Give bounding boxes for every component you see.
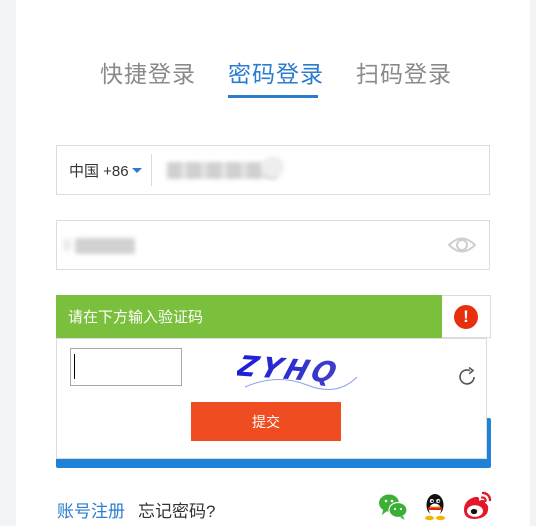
wechat-icon[interactable] [377, 490, 409, 522]
captcha-code-input[interactable] [70, 348, 182, 386]
register-link[interactable]: 账号注册 [57, 497, 125, 522]
tab-quick-login[interactable]: 快捷登录 [100, 55, 196, 89]
password-field [56, 220, 490, 270]
country-code-select[interactable]: 中国 +86 [57, 146, 152, 194]
captcha-status-box: ! [442, 295, 491, 338]
eye-icon[interactable] [447, 232, 477, 258]
active-tab-indicator [228, 95, 318, 98]
divider [151, 154, 152, 186]
captcha-prompt-text: 请在下方输入验证码 [68, 309, 204, 326]
qq-icon[interactable] [419, 490, 451, 522]
tab-qr-login[interactable]: 扫码登录 [356, 55, 452, 89]
forgot-password-link[interactable]: 忘记密码? [138, 497, 215, 522]
blurred-artifact [262, 156, 284, 178]
phone-field: 中国 +86 [56, 145, 490, 195]
login-tabs: 快捷登录 密码登录 扫码登录 [16, 55, 530, 100]
country-code-label: 中国 +86 [69, 162, 129, 180]
login-card: 快捷登录 密码登录 扫码登录 中国 +86 请在下方输入验证码 ! ZYHQ 提… [16, 0, 530, 526]
warning-icon: ! [454, 304, 478, 329]
text-cursor [74, 354, 75, 379]
captcha-submit-button[interactable]: 提交 [191, 402, 341, 441]
weibo-icon[interactable] [461, 490, 493, 522]
captcha-popup: ZYHQ 提交 [56, 338, 487, 459]
blurred-artifact [63, 239, 71, 251]
dropdown-arrow-icon [131, 167, 142, 173]
captcha-prompt-bar: 请在下方输入验证码 [56, 295, 442, 338]
blurred-phone-number [167, 162, 277, 179]
captcha-image[interactable]: ZYHQ [237, 343, 362, 398]
tab-password-login[interactable]: 密码登录 [228, 55, 324, 89]
blurred-password [75, 238, 135, 254]
refresh-icon[interactable] [455, 365, 479, 389]
